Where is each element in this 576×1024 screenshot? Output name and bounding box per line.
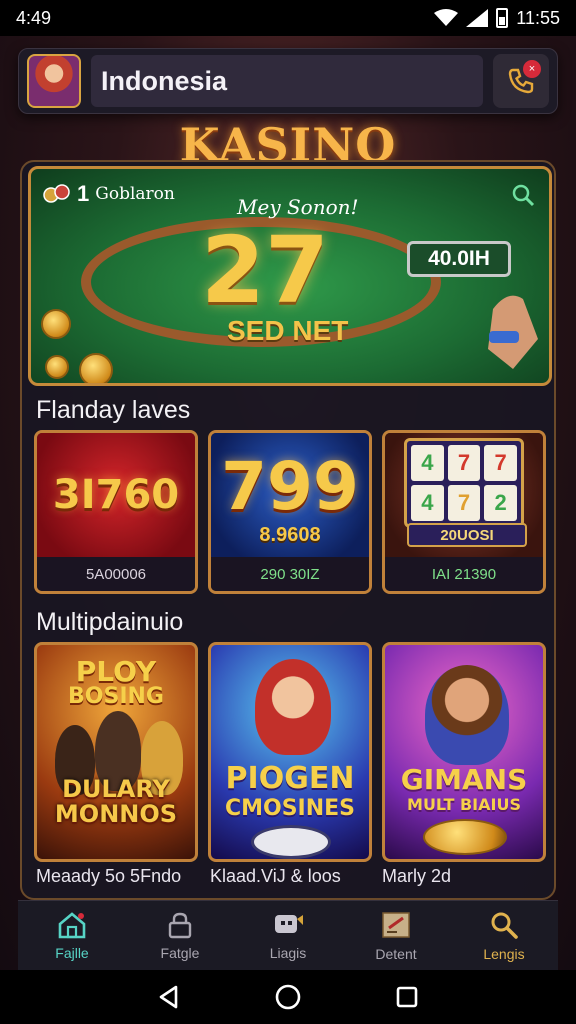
nav-item-lock[interactable]: Fatgle [126, 901, 234, 970]
multi-game-1[interactable]: PLOY BOSING DULARY MONNOS [34, 642, 198, 862]
avatar[interactable] [27, 54, 81, 108]
multi-game-3[interactable]: GIMANS MULT BIAIUS [382, 642, 546, 862]
featured-game-1[interactable]: 3I760 5A00006 [34, 430, 198, 594]
system-nav-bar [0, 970, 576, 1024]
nav-item-search[interactable]: Lengis [450, 901, 558, 970]
bottom-nav: Fajlle Fatgle Liagis Detent Lengis [18, 900, 558, 970]
chip-decoration [423, 819, 507, 855]
game-sub-value: 8.9608 [259, 524, 321, 546]
recents-icon[interactable] [394, 984, 420, 1010]
character-figure [255, 659, 331, 755]
game-caption: 290 30IZ [211, 557, 369, 591]
status-left-text: 4:49 [16, 7, 52, 28]
nav-label: Fajlle [55, 944, 89, 961]
nav-item-home[interactable]: Fajlle [18, 901, 126, 970]
nav-item-chat[interactable]: Liagis [234, 901, 342, 970]
slot-symbol: 4 [411, 485, 444, 521]
featured-game-3[interactable]: 4 7 7 4 7 2 20UOSI IAI 21390 [382, 430, 546, 594]
multi-game-2[interactable]: PIOGEN CMOSINES [208, 642, 372, 862]
top-header: Indonesia × [18, 48, 558, 114]
game-title-top: GIMANS [400, 763, 528, 796]
game-big-value: 799 [221, 447, 359, 525]
wifi-icon [434, 9, 459, 26]
game-big-value: 3I760 [52, 472, 180, 518]
status-time: 11:55 [516, 7, 560, 28]
signal-icon [466, 9, 489, 27]
nav-label: Detent [375, 945, 417, 962]
game-caption: 5A00006 [37, 557, 195, 591]
back-icon[interactable] [156, 984, 182, 1010]
hero-banner[interactable]: 1 Goblaron Mey Sonon! 27 SED NET 40.0IH [28, 166, 552, 386]
notification-badge: × [523, 60, 541, 78]
main-panel: 1 Goblaron Mey Sonon! 27 SED NET 40.0IH … [20, 160, 556, 900]
multi-caption-2: Klaad.ViJ & loos [210, 866, 341, 886]
hero-amount: 40.0IH [407, 241, 511, 277]
game-art: 799 8.9608 [211, 433, 369, 557]
hero-count: 1 [77, 181, 90, 206]
slot-symbol: 7 [447, 445, 481, 481]
region-selector[interactable]: Indonesia [91, 55, 483, 107]
slot-symbol: 2 [484, 485, 517, 521]
character-figure [425, 665, 509, 765]
hero-counter: 1 Goblaron [43, 181, 175, 207]
home-icon [58, 911, 86, 938]
zoom-icon[interactable] [511, 183, 535, 207]
document-icon [382, 911, 410, 938]
slot-symbol: 4 [411, 445, 444, 481]
hero-jackpot: 27 [201, 217, 330, 324]
hero-sub-label: Goblaron [95, 184, 175, 204]
status-icons: 11:55 [434, 8, 560, 29]
game-art: 3I760 [37, 433, 195, 557]
dealer-hand-icon [488, 295, 538, 369]
slot-label: 20UOSI [407, 523, 527, 547]
multi-caption-3: Marly 2d [382, 866, 452, 886]
coin-decoration [79, 353, 113, 383]
nav-label: Fatgle [160, 944, 200, 961]
coin-decoration [41, 309, 71, 339]
game-title-top: PLOY [75, 655, 157, 688]
game-title-mid: BOSING [68, 684, 164, 709]
game-caption: IAI 21390 [385, 557, 543, 591]
nav-item-document[interactable]: Detent [342, 901, 450, 970]
game-art: 4 7 7 4 7 2 20UOSI [385, 433, 543, 557]
nav-label: Liagis [269, 944, 307, 961]
game-title-top: PIOGEN [225, 761, 355, 796]
game-title-bottom: CMOSINES [224, 796, 356, 821]
featured-game-2[interactable]: 799 8.9608 290 30IZ [208, 430, 372, 594]
chat-icon [275, 914, 303, 933]
phone-button[interactable]: × [493, 54, 549, 108]
slot-reels: 4 7 7 4 7 2 [404, 438, 524, 528]
game-title-bottom: DULARY MONNOS [54, 775, 178, 829]
status-bar: 4:49 11:55 [0, 0, 576, 36]
slot-symbol: 7 [484, 445, 517, 481]
chips-icon [43, 184, 70, 203]
battery-icon [496, 8, 509, 28]
search-icon [491, 912, 518, 939]
slot-symbol: 7 [447, 485, 481, 521]
lock-icon [168, 912, 192, 938]
coin-decoration [45, 355, 69, 379]
hero-tag: SED NET [227, 315, 349, 346]
featured-section-title: Flanday laves [36, 396, 191, 424]
game-title-bottom: MULT BIAIUS [407, 795, 521, 814]
nav-label: Lengis [483, 945, 525, 962]
chip-decoration [251, 825, 331, 859]
multi-section-title: Multipdainuio [36, 608, 184, 636]
home-circle-icon[interactable] [274, 983, 302, 1011]
multi-caption-1: Meaady 5o 5Fndo [36, 866, 182, 886]
hero-tagline: Mey Sonon! [237, 195, 359, 219]
